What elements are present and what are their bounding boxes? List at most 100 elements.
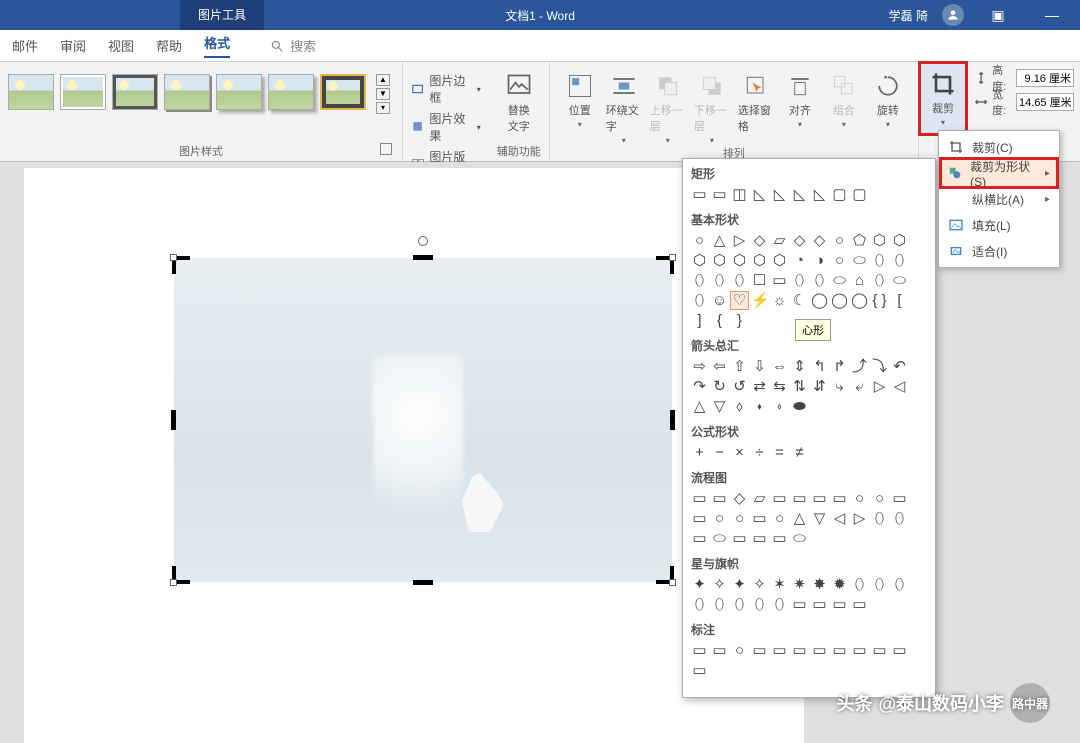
shape-item[interactable]: ▭	[791, 490, 808, 507]
shape-item[interactable]: ▭	[731, 530, 748, 547]
wrap-text-button[interactable]: 环绕文字▾	[602, 66, 646, 145]
shape-item[interactable]: ○	[711, 510, 728, 527]
shape-item[interactable]: ⬡	[871, 232, 888, 249]
shape-item[interactable]: ◇	[731, 490, 748, 507]
height-input[interactable]	[1016, 69, 1074, 87]
shape-item[interactable]: ▭	[691, 642, 708, 659]
shape-item[interactable]: ▭	[791, 596, 808, 613]
shape-item[interactable]: ○	[831, 232, 848, 249]
shape-item[interactable]: ✧	[711, 576, 728, 593]
rotate-handle[interactable]	[418, 236, 428, 246]
shape-item[interactable]: {	[711, 312, 728, 329]
shape-item[interactable]: ✷	[791, 576, 808, 593]
shape-item[interactable]: ↷	[691, 378, 708, 395]
shape-item[interactable]: ○	[691, 232, 708, 249]
crop-handle-l[interactable]	[171, 410, 176, 430]
shape-item[interactable]: ⬬	[791, 398, 808, 415]
shape-item[interactable]: ≠	[791, 444, 808, 461]
style-thumb-5[interactable]	[216, 74, 262, 110]
shape-item[interactable]: ×	[731, 444, 748, 461]
shape-item[interactable]: ⇅	[791, 378, 808, 395]
shape-item[interactable]: ○	[851, 490, 868, 507]
shape-item[interactable]: ⬯	[731, 596, 748, 613]
shape-item[interactable]: ⬠	[851, 232, 868, 249]
shape-item[interactable]: ⌂	[851, 272, 868, 289]
shape-item[interactable]: ⇨	[691, 358, 708, 375]
shape-item[interactable]: ▢	[831, 186, 848, 203]
shape-item[interactable]: ◺	[791, 186, 808, 203]
shape-item[interactable]: ⬯	[791, 272, 808, 289]
style-thumb-7[interactable]	[320, 74, 366, 110]
shape-item[interactable]: ↱	[831, 358, 848, 375]
style-thumb-2[interactable]	[60, 74, 106, 110]
shape-item[interactable]: ⬫	[771, 398, 788, 415]
shape-item[interactable]: ♡	[731, 292, 748, 309]
shape-item[interactable]: ▭	[751, 530, 768, 547]
shape-item[interactable]: ⤷	[831, 378, 848, 395]
shape-item[interactable]: ✦	[691, 576, 708, 593]
shape-item[interactable]: ▭	[771, 490, 788, 507]
shape-item[interactable]: ⇦	[711, 358, 728, 375]
styles-more-button[interactable]: ▲▼▾	[376, 74, 394, 114]
menu-fill[interactable]: 填充(L)	[942, 212, 1056, 238]
shape-item[interactable]: ⇔	[771, 358, 788, 375]
shape-item[interactable]: ▭	[711, 490, 728, 507]
tab-review[interactable]: 审阅	[60, 36, 86, 55]
shape-item[interactable]: ○	[771, 510, 788, 527]
shape-item[interactable]: ⬪	[751, 398, 768, 415]
shape-item[interactable]: ▽	[711, 398, 728, 415]
shape-item[interactable]: ▭	[771, 642, 788, 659]
selection-pane-button[interactable]: 选择窗格	[734, 66, 778, 145]
shape-item[interactable]: ◺	[811, 186, 828, 203]
shape-item[interactable]: ⬯	[891, 576, 908, 593]
selected-image[interactable]	[174, 258, 672, 582]
shape-item[interactable]: ⬭	[831, 272, 848, 289]
crop-handle-r[interactable]	[670, 410, 675, 430]
shape-item[interactable]: ↰	[811, 358, 828, 375]
shape-item[interactable]: ▭	[811, 642, 828, 659]
shape-item[interactable]: ⬯	[711, 596, 728, 613]
shape-item[interactable]: ▭	[791, 642, 808, 659]
shape-item[interactable]: ▭	[691, 510, 708, 527]
shape-item[interactable]: =	[771, 444, 788, 461]
shape-item[interactable]: ▷	[851, 510, 868, 527]
styles-launcher-icon[interactable]	[380, 143, 392, 155]
shape-item[interactable]: ⇩	[751, 358, 768, 375]
shape-item[interactable]: ✸	[811, 576, 828, 593]
crop-handle-t[interactable]	[413, 255, 433, 260]
style-thumb-3[interactable]	[112, 74, 158, 110]
alt-text-button[interactable]: 替换 文字	[497, 66, 541, 134]
height-field[interactable]: 高度:	[974, 66, 1074, 90]
shape-item[interactable]: ◺	[771, 186, 788, 203]
shape-item[interactable]: ⬯	[871, 510, 888, 527]
shape-item[interactable]: ⬡	[731, 252, 748, 269]
shape-item[interactable]: ↺	[731, 378, 748, 395]
shape-item[interactable]: ▭	[691, 186, 708, 203]
ribbon-options-icon[interactable]: ▣	[978, 7, 1018, 24]
shape-item[interactable]: ◫	[731, 186, 748, 203]
shape-item[interactable]: { }	[871, 292, 888, 309]
shape-item[interactable]: △	[711, 232, 728, 249]
width-input[interactable]	[1016, 93, 1074, 111]
shape-item[interactable]: ⬯	[891, 510, 908, 527]
shape-item[interactable]: ○	[731, 642, 748, 659]
shape-item[interactable]: ⬡	[691, 252, 708, 269]
sel-handle-tr[interactable]	[669, 254, 676, 261]
style-thumb-1[interactable]	[8, 74, 54, 110]
shape-item[interactable]: ▱	[771, 232, 788, 249]
shape-item[interactable]: ⤴	[851, 358, 868, 375]
shape-item[interactable]: ▭	[711, 642, 728, 659]
style-thumb-4[interactable]	[164, 74, 210, 110]
shape-item[interactable]: ○	[831, 252, 848, 269]
shape-item[interactable]: ⇧	[731, 358, 748, 375]
shape-item[interactable]: ▽	[811, 510, 828, 527]
rotate-button[interactable]: 旋转▾	[866, 66, 910, 145]
shape-item[interactable]: −	[711, 444, 728, 461]
picture-styles-gallery[interactable]: ▲▼▾	[8, 66, 394, 114]
shape-item[interactable]: ✧	[751, 576, 768, 593]
shape-item[interactable]: ⇆	[771, 378, 788, 395]
position-button[interactable]: 位置▾	[558, 66, 602, 145]
shape-item[interactable]: ⬯	[851, 576, 868, 593]
shape-item[interactable]: ▭	[811, 490, 828, 507]
style-thumb-6[interactable]	[268, 74, 314, 110]
